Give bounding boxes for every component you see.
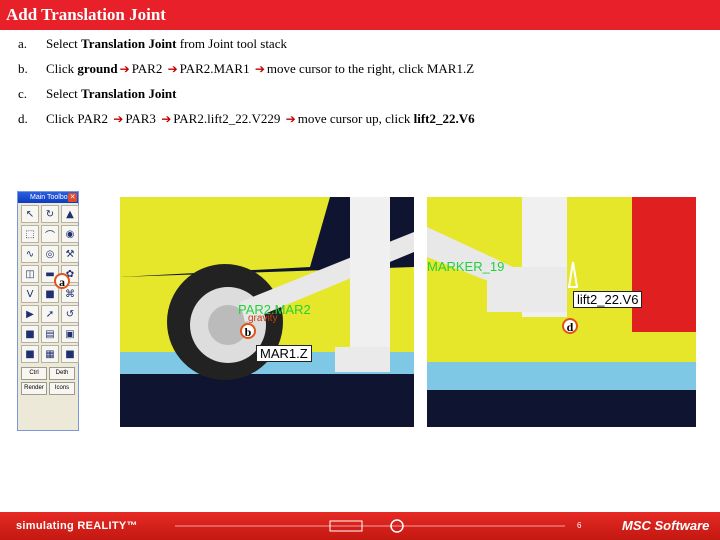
fixed-joint-icon[interactable]: ■	[41, 285, 59, 303]
link-icon[interactable]: ⌒	[41, 225, 59, 243]
step-text-part: move cursor up, click	[297, 111, 414, 126]
step-text-part: PAR2.lift2_22.V229	[173, 111, 284, 126]
step-label: b.	[18, 61, 28, 76]
footer-brand: simulating REALITY™	[16, 520, 138, 532]
scene-right	[427, 197, 696, 427]
footer-bar: simulating REALITY™ 6 MSC Software	[0, 512, 720, 540]
lift2-v6-label[interactable]: lift2_22.V6	[573, 291, 643, 308]
footer-decoration	[175, 519, 565, 533]
step-text-part: Click	[46, 61, 78, 76]
arrow-right-icon: ➔	[167, 62, 178, 76]
view-icon[interactable]: ⬚	[21, 225, 39, 243]
step-keyword: Translation Joint	[81, 36, 177, 51]
graph-icon[interactable]: ◫	[21, 265, 39, 283]
cursor-icon[interactable]: ↖	[21, 205, 39, 223]
strut	[350, 197, 390, 347]
gravity-label: gravity	[248, 313, 278, 324]
toolbox-button-row: Render Icons	[21, 382, 75, 395]
step-label: d.	[18, 111, 28, 126]
step-label: c.	[18, 86, 28, 101]
strut-base	[335, 347, 390, 372]
page-number: 6	[577, 521, 582, 530]
step-text-part: move cursor to the right, click MAR1.Z	[266, 61, 475, 76]
step-text: Select Translation Joint from Joint tool…	[46, 36, 287, 52]
step-text: Select Translation Joint	[46, 86, 176, 102]
step-keyword: lift2_22.V6	[413, 111, 475, 126]
ref-c-icon[interactable]: ↺	[61, 305, 79, 323]
joint-icon[interactable]: ◉	[61, 225, 79, 243]
step-marker-b: b	[240, 323, 256, 339]
blue-icon[interactable]: ■	[61, 345, 79, 363]
step-text-part: Select	[46, 86, 82, 101]
bolt-icon[interactable]: ⚒	[61, 245, 79, 263]
box-icon[interactable]: ■	[21, 325, 39, 343]
toolbox-title-bar: Main Toolbox ✕	[18, 192, 78, 203]
arrow-right-icon: ➔	[285, 112, 296, 126]
arrow-right-icon: ➔	[119, 62, 130, 76]
cylinder-icon[interactable]: ▣	[61, 325, 79, 343]
arrow-right-icon: ➔	[254, 62, 265, 76]
arrow-right-icon: ➔	[161, 112, 172, 126]
spline-icon[interactable]: ∿	[21, 245, 39, 263]
instruction-step: d. Click PAR2 ➔ PAR3 ➔ PAR2.lift2_22.V229 ➔…	[18, 111, 708, 136]
main-toolbox: Main Toolbox ✕ ↖ ↻ ▲ ⬚ ⌒ ◉ ∿ ◎ ⚒ ◫ ▬ ✿ V ■ ⌘ ▶ ➚ ↺ ■ ▤ ▣ ■ ▦ ■ …	[17, 191, 79, 431]
toolbox-button-row: Ctrl Deth	[21, 367, 75, 380]
step-label: a.	[18, 36, 28, 51]
step-marker-a: a	[54, 273, 70, 289]
step-text-part: Select	[46, 36, 82, 51]
icons-button[interactable]: Icons	[49, 382, 75, 395]
deth-button[interactable]: Deth	[49, 367, 75, 380]
title-bar: Add Translation Joint	[0, 0, 720, 30]
step-text-part: from Joint tool stack	[176, 36, 287, 51]
mar1-z-label[interactable]: MAR1.Z	[256, 345, 312, 362]
step-text-part: PAR2.MAR1	[179, 61, 253, 76]
render-button[interactable]: Render	[21, 382, 47, 395]
step-text-part: Click PAR2	[46, 111, 112, 126]
part-icon[interactable]: ▤	[41, 325, 59, 343]
company-logo: MSC Software	[622, 518, 710, 533]
sim-icon[interactable]: ▶	[21, 305, 39, 323]
step-text: Click ground ➔ PAR2 ➔ PAR2.MAR1 ➔ move curso…	[46, 61, 474, 77]
step-text-part: PAR2	[131, 61, 166, 76]
viewport-left[interactable]: PAR2.MAR2 gravity MAR1.Z	[120, 197, 414, 427]
grid-icon[interactable]: ▦	[41, 345, 59, 363]
ground	[427, 390, 696, 427]
page-title: Add Translation Joint	[6, 5, 166, 24]
red-panel	[632, 197, 696, 332]
arrow-right-icon: ➔	[113, 112, 124, 126]
rotate-icon[interactable]: ↻	[41, 205, 59, 223]
step-marker-d: d	[562, 318, 578, 334]
step-keyword: ground	[77, 61, 118, 76]
ground	[120, 374, 414, 427]
black-icon[interactable]: ■	[21, 345, 39, 363]
force-icon[interactable]: ➚	[41, 305, 59, 323]
marker-19-label: MARKER_19	[427, 259, 505, 274]
step-text-part: PAR3	[125, 111, 160, 126]
instruction-step: c. Select Translation Joint	[18, 86, 708, 111]
view-c-icon[interactable]: V	[21, 285, 39, 303]
close-icon[interactable]: ✕	[68, 193, 77, 202]
toolbox-title: Main Toolbox	[30, 194, 72, 201]
step-keyword: Translation Joint	[81, 86, 177, 101]
marker-icon[interactable]: ▲	[61, 205, 79, 223]
instruction-step: a. Select Translation Joint from Joint to…	[18, 36, 708, 61]
sky-stripe	[427, 362, 696, 390]
instruction-list: a. Select Translation Joint from Joint to…	[18, 36, 708, 136]
ctrl-button[interactable]: Ctrl	[21, 367, 47, 380]
viewport-right[interactable]: MARKER_19 lift2_22.V6	[427, 197, 696, 427]
instruction-step: b. Click ground ➔ PAR2 ➔ PAR2.MAR1 ➔ move cur…	[18, 61, 708, 86]
torus-icon[interactable]: ◎	[41, 245, 59, 263]
step-text: Click PAR2 ➔ PAR3 ➔ PAR2.lift2_22.V229 ➔ mo…	[46, 111, 475, 127]
